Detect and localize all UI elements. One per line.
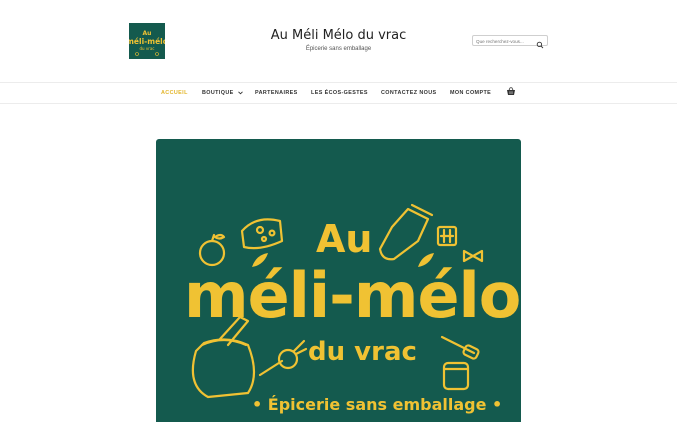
search-input[interactable]: [476, 37, 532, 45]
nav-item-mon-compte[interactable]: MON COMPTE: [450, 90, 491, 96]
beetroot-icon: [258, 359, 284, 377]
basket-icon[interactable]: [506, 86, 516, 96]
apple-leaf: [213, 233, 226, 240]
honey-jar-icon: [442, 361, 470, 391]
hero-text-au: Au: [316, 217, 373, 261]
nav-item-partenaires[interactable]: PARTENAIRES: [255, 90, 298, 96]
site-tagline: Épicerie sans emballage: [305, 46, 372, 52]
site-header: Au méli-mélo du vrac Au Méli Mélo du vra…: [0, 0, 677, 82]
jar-icon: [378, 207, 430, 261]
site-title[interactable]: Au Méli Mélo du vrac: [0, 28, 677, 43]
hero-banner: Au méli-mélo du vrac • Épicerie sans emb…: [156, 139, 521, 422]
hero-text-du-vrac: du vrac: [308, 337, 417, 367]
search-button[interactable]: [535, 37, 545, 49]
hero-text-epicerie: • Épicerie sans emballage •: [252, 395, 503, 414]
main-navigation: ACCUEIL BOUTIQUE PARTENAIRES LES ÉCOS-GE…: [0, 82, 677, 104]
nav-item-accueil[interactable]: ACCUEIL: [161, 90, 188, 96]
chevron-down-icon: [237, 91, 243, 95]
nav-item-ecos-gestes[interactable]: LES ÉCOS-GESTES: [311, 90, 368, 96]
nav-item-contactez-nous[interactable]: CONTACTEZ NOUS: [381, 90, 437, 96]
nav-item-boutique[interactable]: BOUTIQUE: [202, 90, 243, 96]
search-form: [472, 35, 548, 49]
search-icon: [536, 41, 544, 49]
cheese-icon: [240, 218, 284, 250]
sack-icon: [191, 338, 256, 399]
nav-item-boutique-label: BOUTIQUE: [202, 90, 234, 96]
hero-text-meli-melo: méli-mélo: [184, 259, 521, 332]
